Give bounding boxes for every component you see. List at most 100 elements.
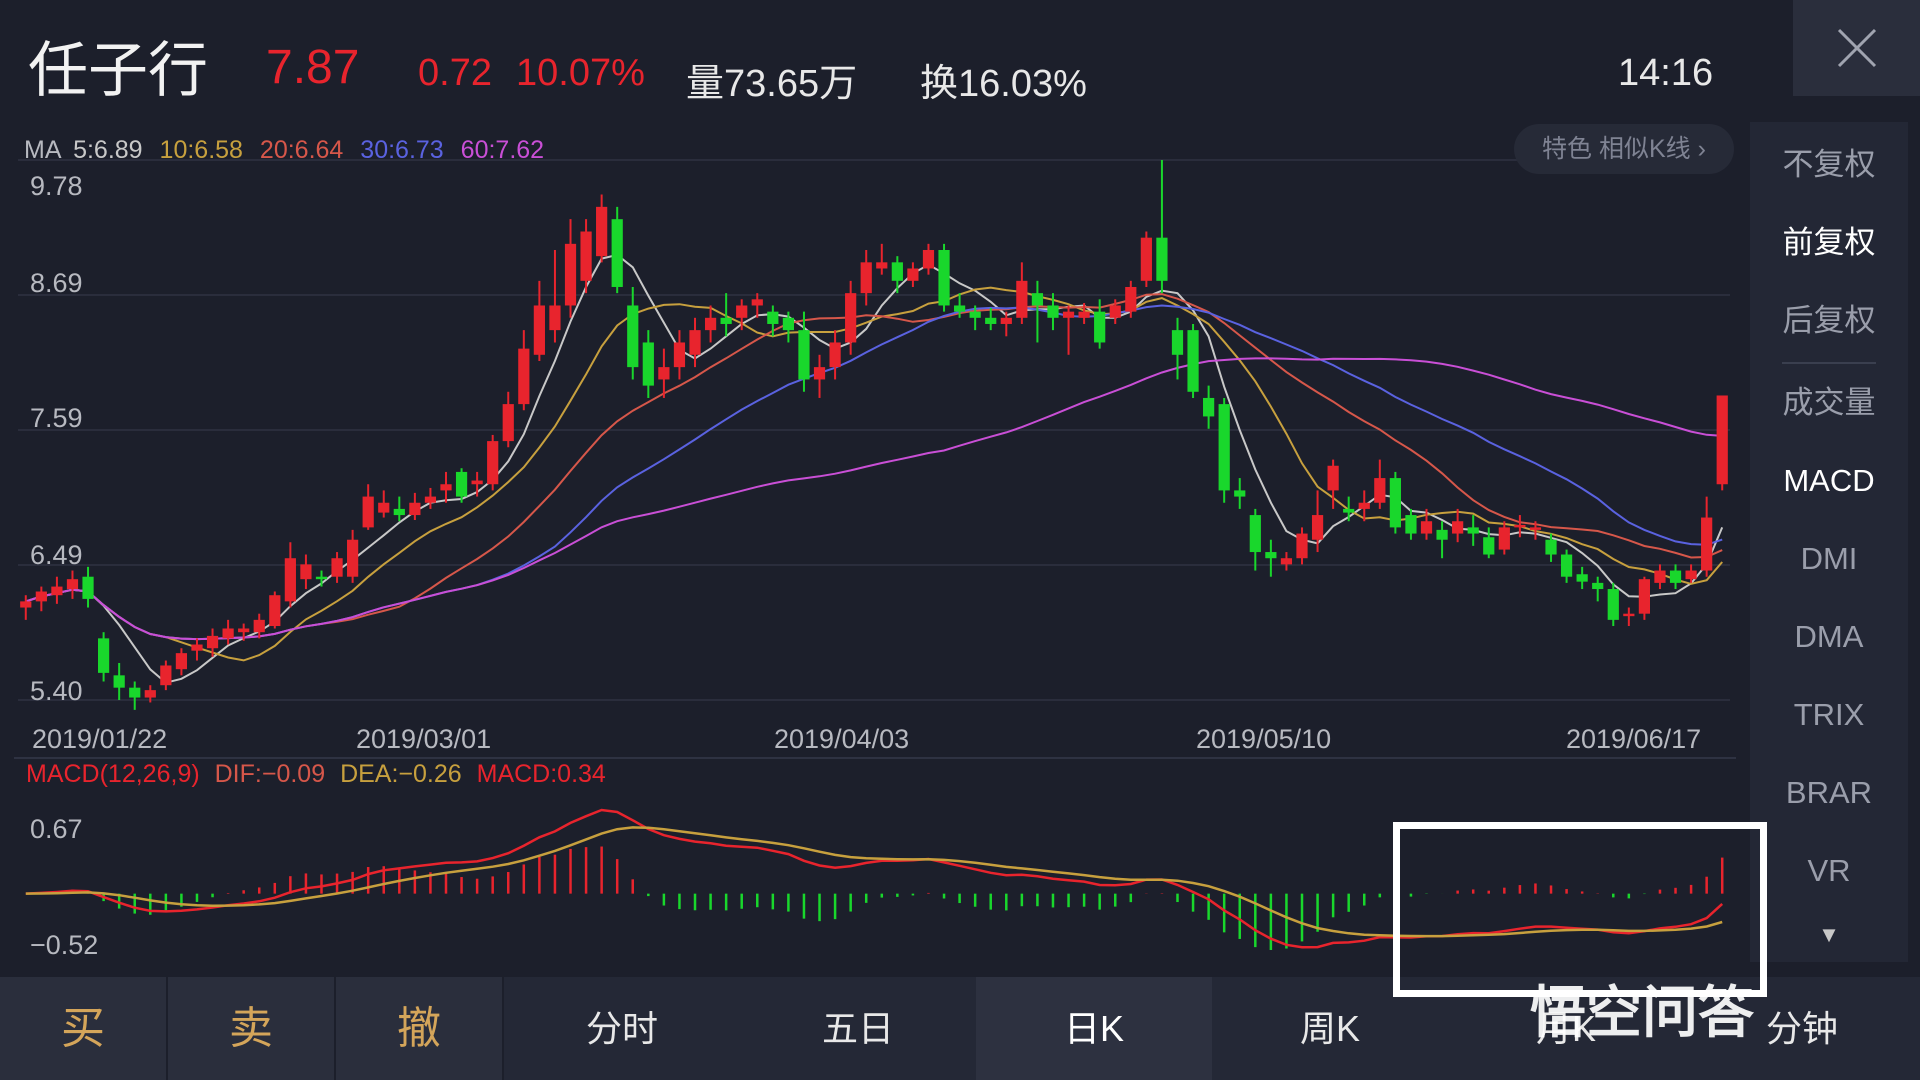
candle-down (969, 311, 981, 318)
candle-up (1529, 527, 1542, 530)
menu-item-volume[interactable]: 成交量 (1750, 368, 1908, 438)
close-button[interactable] (1793, 0, 1920, 96)
candle-up (1374, 478, 1386, 503)
svg-text:MACD(12,26,9) DIF:−0.09: MACD(12,26,9) DIF:−0.09 DEA:−0.26 MACD:0… (26, 760, 606, 788)
price-change: 0.72 (418, 52, 492, 94)
menu-item-no-adjust[interactable]: 不复权 (1750, 130, 1908, 200)
candle-up (253, 619, 265, 633)
candle-down (611, 219, 623, 287)
macd-title: MACD(12,26,9) (26, 760, 200, 788)
candle-down (1389, 478, 1401, 528)
menu-item-macd[interactable]: MACD (1750, 446, 1908, 516)
candle-up (378, 502, 390, 513)
price-change-pct: 10.07% (516, 52, 645, 94)
candle-down (938, 250, 950, 306)
turnover-rate: 换16.03% (920, 63, 1087, 105)
candle-up (1638, 579, 1651, 614)
candle-up (1280, 558, 1293, 565)
candle-up (658, 367, 670, 380)
macd-dea: DEA:−0.26 (340, 760, 462, 788)
candle-up (269, 595, 281, 627)
cancel-order-button[interactable]: 撤 (336, 977, 504, 1080)
candle-down (1031, 293, 1044, 306)
candle-up (689, 330, 701, 355)
menu-item-forward-adjust[interactable]: 前复权 (1750, 208, 1908, 278)
chevron-down-icon[interactable]: ▼ (1750, 922, 1908, 948)
candle-up (424, 496, 437, 503)
tab-daily-k[interactable]: 日K (976, 977, 1212, 1080)
date-tick-label: 2019/03/01 (356, 724, 491, 754)
tab-five-day[interactable]: 五日 (740, 977, 976, 1080)
menu-item-dma[interactable]: DMA (1750, 602, 1908, 672)
candle-up (673, 342, 686, 368)
date-tick-label: 2019/01/22 (32, 724, 167, 754)
price-tick-label: 8.69 (30, 268, 83, 298)
candle-up (331, 558, 343, 577)
menu-item-dmi[interactable]: DMI (1750, 524, 1908, 594)
candle-up (876, 262, 888, 269)
candle-up (1498, 527, 1510, 550)
candle-down (1545, 539, 1557, 555)
candle-down (97, 638, 110, 673)
candle-up (160, 665, 172, 686)
price-tick-label: 5.40 (30, 676, 83, 706)
candle-up (1623, 613, 1635, 617)
menu-item-brar[interactable]: BRAR (1750, 758, 1908, 828)
candle-up (1140, 237, 1152, 281)
candle-down (1234, 490, 1246, 497)
candle-up (1358, 502, 1370, 509)
date-tick-label: 2019/06/17 (1566, 724, 1701, 754)
candle-up (238, 628, 250, 633)
candle-up (20, 601, 32, 608)
candle-up (1000, 317, 1012, 324)
volume: 量73.65万 (686, 63, 858, 105)
candle-down (1669, 570, 1682, 583)
candle-up (829, 342, 841, 368)
candle-down (1203, 397, 1215, 417)
candle-up (922, 250, 935, 269)
candle-up (222, 628, 234, 639)
tab-intraday[interactable]: 分时 (504, 977, 740, 1080)
candle-up (845, 293, 857, 343)
candle-up (596, 206, 608, 257)
candle-up (502, 404, 514, 442)
menu-item-trix[interactable]: TRIX (1750, 680, 1908, 750)
candle-up (1716, 395, 1728, 485)
candle-up (362, 496, 374, 528)
candle-down (1483, 537, 1495, 555)
candle-up (1062, 311, 1075, 318)
macd-dif: DIF:−0.09 (215, 760, 325, 788)
sell-button[interactable]: 卖 (168, 977, 336, 1080)
candle-down (315, 576, 328, 580)
macd-tick-label: 0.67 (30, 814, 83, 844)
candle-down (1265, 552, 1277, 559)
quote-header: 任子行 7.87 0.72 10.07% 量73.65万 换16.03% 14:… (0, 0, 1920, 120)
ma10-value: 10:6.58 (160, 136, 243, 164)
candle-up (1109, 305, 1121, 318)
candle-up (1078, 311, 1090, 318)
candle-down (455, 471, 468, 497)
stock-name: 任子行 (28, 36, 208, 106)
menu-item-backward-adjust[interactable]: 后复权 (1750, 286, 1908, 356)
candle-down (627, 305, 639, 368)
candle-up (1685, 570, 1697, 580)
candle-up (533, 305, 545, 355)
menu-item-vr[interactable]: VR (1750, 836, 1908, 906)
candle-up (1327, 465, 1339, 491)
price-tick-label: 9.78 (30, 171, 83, 201)
quote-time: 14:16 (1618, 52, 1714, 94)
candle-down (1607, 589, 1619, 620)
candle-down (113, 675, 125, 688)
candle-up (1452, 521, 1464, 534)
candle-up (51, 586, 63, 596)
similar-kline-button[interactable]: 特色 相似K线 › (1514, 124, 1734, 174)
macd-tick-label: −0.52 (30, 930, 98, 960)
ma30-value: 30:6.73 (360, 136, 443, 164)
candle-down (767, 311, 779, 324)
candle-up (487, 441, 499, 485)
watermark-logo: 悟空问答 (1530, 981, 1754, 1044)
candle-up (1296, 533, 1308, 559)
buy-button[interactable]: 买 (0, 977, 168, 1080)
candle-down (1171, 330, 1184, 355)
close-icon (1837, 28, 1876, 68)
